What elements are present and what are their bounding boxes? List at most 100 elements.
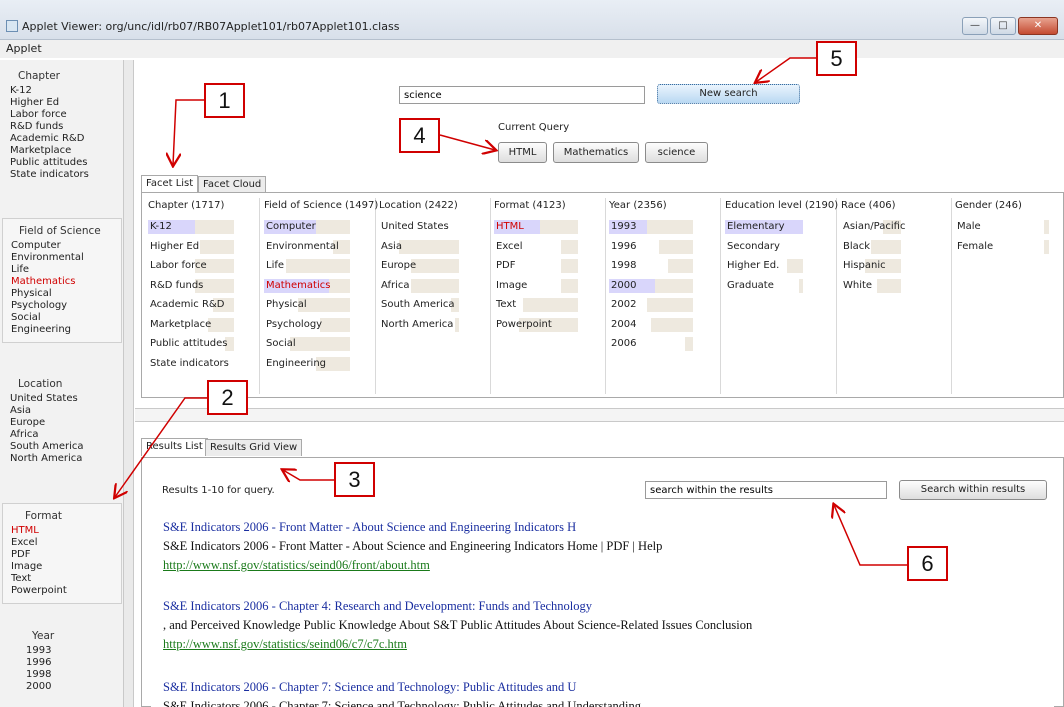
facet-item-1998[interactable]: 1998 (609, 259, 693, 273)
left-facet-sidebar[interactable]: Chapter K-12 Higher Ed Labor force R&D fund… (0, 60, 124, 707)
sidebar-item-1993[interactable]: 1993 (26, 645, 120, 657)
facet-item-europe[interactable]: Europe (379, 259, 459, 273)
facet-item-higher-ed[interactable]: Higher Ed. (725, 259, 803, 273)
sidebar-item-academic-r-d[interactable]: Academic R&D (10, 133, 120, 145)
result-url[interactable]: http://www.nsf.gov/statistics/seind06/c7… (163, 637, 752, 656)
sidebar-item-pdf[interactable]: PDF (11, 549, 117, 561)
facet-item-2002[interactable]: 2002 (609, 298, 693, 312)
minimize-button[interactable]: — (962, 17, 988, 35)
facet-item-2004[interactable]: 2004 (609, 317, 693, 332)
sidebar-item-2000[interactable]: 2000 (26, 681, 120, 693)
sidebar-item-asia[interactable]: Asia (10, 405, 120, 417)
sidebar-item-labor-force[interactable]: Labor force (10, 109, 120, 121)
facet-item-africa[interactable]: Africa (379, 278, 459, 293)
result-title[interactable]: S&E Indicators 2006 - Chapter 4: Researc… (163, 599, 752, 618)
result-title[interactable]: S&E Indicators 2006 - Front Matter - Abo… (163, 520, 662, 539)
search-within-input[interactable] (645, 481, 887, 499)
facet-item-state-indicators[interactable]: State indicators (148, 356, 234, 371)
facet-item-south-america[interactable]: South America (379, 298, 459, 312)
sidebar-item-mathematics[interactable]: Mathematics (11, 276, 117, 288)
tab-results-list[interactable]: Results List (141, 438, 208, 456)
sidebar-item-1996[interactable]: 1996 (26, 657, 120, 669)
facet-item-hispanic[interactable]: Hispanic (841, 259, 901, 273)
facet-item-powerpoint[interactable]: Powerpoint (494, 317, 578, 332)
result-title[interactable]: S&E Indicators 2006 - Chapter 7: Science… (163, 680, 641, 699)
facet-item-labor-force[interactable]: Labor force (148, 259, 234, 273)
sidebar-item-1998[interactable]: 1998 (26, 669, 120, 681)
sidebar-item-africa[interactable]: Africa (10, 429, 120, 441)
facet-item-pdf[interactable]: PDF (494, 259, 578, 273)
sidebar-item-europe[interactable]: Europe (10, 417, 120, 429)
sidebar-item-excel[interactable]: Excel (11, 537, 117, 549)
facet-item-marketplace[interactable]: Marketplace (148, 317, 234, 332)
tab-facet-cloud[interactable]: Facet Cloud (198, 176, 267, 193)
facet-item-black[interactable]: Black (841, 239, 901, 254)
facet-item-r-d-funds[interactable]: R&D funds (148, 278, 234, 293)
facet-item-engineering[interactable]: Engineering (264, 356, 350, 371)
facet-item-female[interactable]: Female (955, 239, 1049, 254)
facet-item-public-attitudes[interactable]: Public attitudes (148, 337, 234, 351)
close-button[interactable]: ✕ (1018, 17, 1058, 35)
sidebar-item-computer[interactable]: Computer (11, 240, 117, 252)
sidebar-item-higher-ed[interactable]: Higher Ed (10, 97, 120, 109)
menu-applet[interactable]: Applet (6, 42, 42, 55)
sidebar-item-state-indicators[interactable]: State indicators (10, 169, 120, 181)
horizontal-splitter[interactable] (135, 408, 1064, 422)
facet-item-secondary[interactable]: Secondary (725, 239, 803, 254)
facet-item-1996[interactable]: 1996 (609, 239, 693, 254)
sidebar-item-life[interactable]: Life (11, 264, 117, 276)
sidebar-item-south-america[interactable]: South America (10, 441, 120, 453)
facet-item-life[interactable]: Life (264, 259, 350, 273)
facet-item-image[interactable]: Image (494, 278, 578, 293)
facet-item-graduate[interactable]: Graduate (725, 278, 803, 293)
result-url[interactable]: http://www.nsf.gov/statistics/seind06/fr… (163, 558, 662, 577)
facet-item-asian-pacific[interactable]: Asian/Pacific (841, 220, 905, 234)
facet-item-2000[interactable]: 2000 (609, 278, 693, 293)
sidebar-item-text[interactable]: Text (11, 573, 117, 585)
facet-item-higher-ed[interactable]: Higher Ed (148, 239, 234, 254)
sidebar-item-marketplace[interactable]: Marketplace (10, 145, 120, 157)
search-within-results-button[interactable]: Search within results (899, 480, 1047, 500)
facet-item-excel[interactable]: Excel (494, 239, 578, 254)
facet-item-male[interactable]: Male (955, 220, 1049, 234)
sidebar-item-image[interactable]: Image (11, 561, 117, 573)
facet-item-1993[interactable]: 1993 (609, 220, 693, 234)
sidebar-item-physical[interactable]: Physical (11, 288, 117, 300)
sidebar-item-k-12[interactable]: K-12 (10, 85, 120, 97)
facet-item-2006[interactable]: 2006 (609, 337, 693, 351)
facet-item-united-states[interactable]: United States (379, 220, 459, 234)
query-term-mathematics-button[interactable]: Mathematics (553, 142, 639, 163)
sidebar-item-r-d-funds[interactable]: R&D funds (10, 121, 120, 133)
sidebar-item-psychology[interactable]: Psychology (11, 300, 117, 312)
facet-item-academic-r-d[interactable]: Academic R&D (148, 298, 234, 312)
sidebar-item-engineering[interactable]: Engineering (11, 324, 117, 336)
query-term-html-button[interactable]: HTML (498, 142, 547, 163)
facet-item-asia[interactable]: Asia (379, 239, 459, 254)
facet-item-text[interactable]: Text (494, 298, 578, 312)
result-list[interactable]: S&E Indicators 2006 - Front Matter - Abo… (151, 507, 1054, 707)
vertical-splitter[interactable] (124, 60, 134, 707)
sidebar-item-north-america[interactable]: North America (10, 453, 120, 465)
search-input[interactable] (399, 86, 645, 104)
maximize-button[interactable]: □ (990, 17, 1016, 35)
sidebar-item-html[interactable]: HTML (11, 525, 117, 537)
query-term-science-button[interactable]: science (645, 142, 708, 163)
facet-item-north-america[interactable]: North America (379, 317, 459, 332)
sidebar-item-united-states[interactable]: United States (10, 393, 120, 405)
sidebar-item-environmental[interactable]: Environmental (11, 252, 117, 264)
facet-item-k-12[interactable]: K-12 (148, 220, 234, 234)
facet-item-mathematics[interactable]: Mathematics (264, 278, 350, 293)
facet-item-psychology[interactable]: Psychology (264, 317, 350, 332)
facet-item-html[interactable]: HTML (494, 220, 578, 234)
sidebar-item-social[interactable]: Social (11, 312, 117, 324)
facet-item-physical[interactable]: Physical (264, 298, 350, 312)
tab-results-grid-view[interactable]: Results Grid View (205, 439, 303, 456)
new-search-button[interactable]: New search (657, 84, 800, 104)
facet-item-computer[interactable]: Computer (264, 220, 350, 234)
facet-item-elementary[interactable]: Elementary (725, 220, 803, 234)
facet-item-social[interactable]: Social (264, 337, 350, 351)
facet-item-white[interactable]: White (841, 278, 901, 293)
sidebar-item-public-attitudes[interactable]: Public attitudes (10, 157, 120, 169)
facet-item-environmental[interactable]: Environmental (264, 239, 350, 254)
sidebar-item-powerpoint[interactable]: Powerpoint (11, 585, 117, 597)
